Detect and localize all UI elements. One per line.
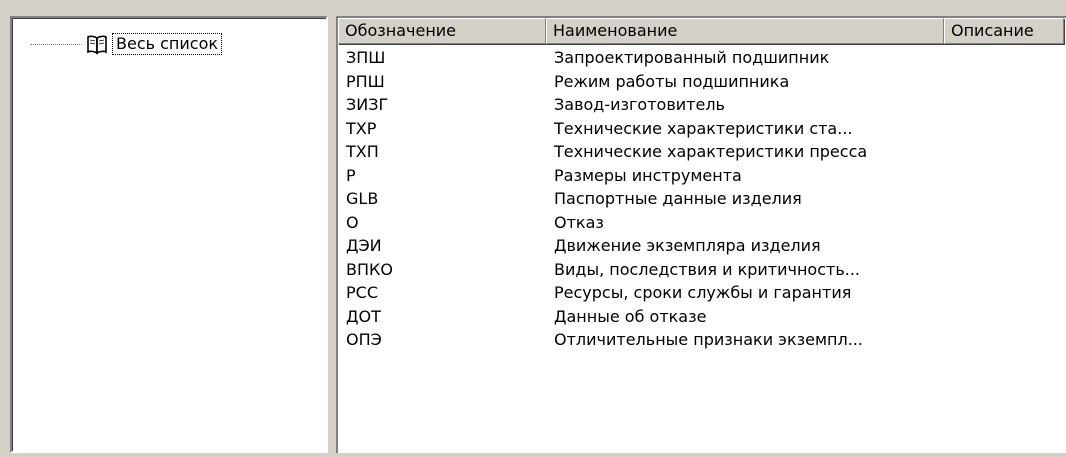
row-name: Движение экземпляра изделия (554, 236, 821, 255)
list-row[interactable]: РСС Ресурсы, сроки службы и гарантия (338, 281, 944, 305)
list-row[interactable]: GLB Паспортные данные изделия (338, 187, 944, 211)
row-code: ДЭИ (346, 236, 382, 255)
list-row[interactable]: ВПКО Виды, последствия и критичность... (338, 258, 944, 282)
row-name: Режим работы подшипника (554, 71, 790, 91)
row-code: ЗИЗГ (346, 95, 389, 114)
list-row[interactable]: О Отказ (338, 211, 944, 235)
row-code: ВПКО (346, 259, 393, 279)
row-code: GLB (346, 189, 379, 208)
tree-connector-line (30, 43, 82, 45)
row-name: Отказ (554, 212, 604, 232)
row-code: ЗПШ (346, 48, 386, 67)
column-header-code[interactable]: Обозначение (338, 18, 546, 44)
list-row[interactable]: ОПЭ Отличительные признаки экземпл... (338, 328, 944, 352)
row-name: Размеры инструмента (554, 165, 742, 185)
row-name: Технические характеристики ста... (554, 118, 853, 138)
row-name: Виды, последствия и критичность... (554, 259, 861, 279)
list-row[interactable]: ЗПШ Запроектированный подшипник (338, 46, 944, 70)
row-name: Завод-изготовитель (554, 95, 725, 114)
top-strip (0, 0, 1066, 12)
row-code: ОПЭ (346, 330, 382, 349)
tree-item-all-list[interactable]: Весь список (12, 32, 223, 56)
list-row[interactable]: ТХП Технические характеристики пресса (338, 140, 944, 164)
list-row[interactable]: РПШ Режим работы подшипника (338, 70, 944, 94)
row-name: Запроектированный подшипник (554, 48, 830, 67)
row-code: РСС (346, 283, 378, 302)
row-name: Паспортные данные изделия (554, 189, 802, 208)
list-header: Обозначение Наименование Описание (338, 18, 1064, 44)
column-header-description[interactable]: Описание (944, 18, 1064, 44)
list-row[interactable]: ЗИЗГ Завод-изготовитель (338, 93, 944, 117)
list-row[interactable]: ДОТ Данные об отказе (338, 305, 944, 329)
column-header-name[interactable]: Наименование (546, 18, 944, 44)
open-book-icon (86, 33, 108, 55)
row-code: ТХР (346, 118, 377, 138)
list-row[interactable]: ТХР Технические характеристики ста... (338, 117, 944, 141)
row-name: Данные об отказе (554, 306, 707, 326)
list-panel[interactable]: Обозначение Наименование Описание ЗПШ Зап… (336, 16, 1066, 453)
row-name: Ресурсы, сроки службы и гарантия (554, 283, 852, 302)
list-row[interactable]: Р Размеры инструмента (338, 164, 944, 188)
window-frame: Весь список Обозначение Наименование Опи… (0, 0, 1066, 457)
row-name: Отличительные признаки экземпл... (554, 330, 863, 349)
row-code: ТХП (346, 142, 379, 161)
panel-splitter[interactable] (328, 16, 336, 453)
tree-item-label: Весь список (112, 33, 223, 55)
row-code: Р (346, 165, 356, 185)
list-row[interactable]: ДЭИ Движение экземпляра изделия (338, 234, 944, 258)
tree-panel[interactable]: Весь список (10, 16, 328, 453)
row-code: О (346, 212, 359, 232)
row-name: Технические характеристики пресса (554, 142, 868, 161)
row-code: РПШ (346, 71, 385, 91)
row-code: ДОТ (346, 306, 381, 326)
list-rows: ЗПШ Запроектированный подшипник РПШ Режим … (338, 46, 944, 352)
